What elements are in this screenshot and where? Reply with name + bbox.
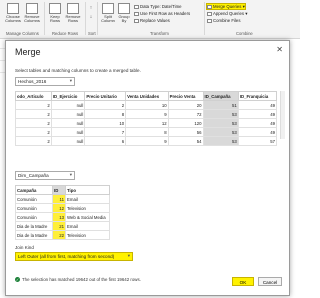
group-by-button[interactable]: Group By bbox=[117, 3, 131, 23]
column-header[interactable]: Precio Unitario bbox=[84, 91, 127, 101]
column-header[interactable]: odo_Articulo bbox=[15, 91, 52, 101]
data-type-dropdown[interactable]: Data Type: Date/Time bbox=[134, 4, 182, 9]
keep-rows-button[interactable]: Keep Rows bbox=[47, 3, 63, 23]
table-row: 2 null 8 9 72 53 49 bbox=[15, 109, 278, 119]
table-row: Comunión 13 Web & Social Media bbox=[15, 212, 110, 222]
table-row: 2 null 2 10 20 51 49 bbox=[15, 100, 278, 110]
dialog-title: Merge bbox=[15, 47, 41, 57]
checkmark-icon: ✓ bbox=[15, 277, 20, 283]
keep-rows-icon bbox=[49, 3, 61, 14]
remove-columns-button[interactable]: Remove Columns bbox=[23, 3, 41, 23]
group-label-manage-columns: Manage Columns bbox=[6, 31, 39, 36]
sort-ascending-icon[interactable]: ↑ bbox=[87, 6, 95, 11]
cancel-button[interactable]: Cancel bbox=[258, 277, 282, 286]
choose-columns-button[interactable]: Choose Columns bbox=[4, 3, 22, 23]
split-column-icon bbox=[102, 3, 114, 14]
group-label-reduce-rows: Reduce Rows bbox=[52, 31, 79, 36]
ribbon-separator bbox=[44, 2, 45, 35]
chevron-down-icon: ▾ bbox=[127, 253, 130, 258]
split-column-button[interactable]: Split Column bbox=[100, 3, 116, 23]
column-header[interactable]: Precio Venta bbox=[167, 91, 204, 101]
combine-files-button[interactable]: Combine Files bbox=[207, 18, 240, 23]
second-table-preview: Campaña ID Tipo Comunión 11 Email Comuni… bbox=[15, 185, 110, 240]
match-status: ✓ The selection has matched 19642 out of … bbox=[15, 277, 141, 283]
choose-columns-icon bbox=[7, 3, 19, 14]
sort-descending-icon[interactable]: ↓ bbox=[87, 15, 95, 20]
table-row: Comunión 11 Email bbox=[15, 194, 110, 204]
data-type-icon bbox=[134, 4, 139, 9]
group-label-combine: Combine bbox=[236, 31, 253, 36]
ribbon-separator bbox=[97, 2, 98, 35]
remove-columns-icon bbox=[26, 3, 38, 14]
column-header[interactable]: ID_Franquicia bbox=[237, 91, 278, 101]
chevron-down-icon: ▾ bbox=[69, 78, 72, 83]
second-table-dropdown[interactable]: Dim_Campaña ▾ bbox=[15, 171, 75, 180]
append-queries-button[interactable]: Append Queries ▾ bbox=[207, 11, 247, 16]
first-table-preview: odo_Articulo ID_Ejercicio Precio Unitari… bbox=[15, 91, 278, 146]
replace-values-icon bbox=[134, 18, 139, 23]
combine-files-icon bbox=[207, 18, 212, 23]
column-header[interactable]: Tipo bbox=[65, 185, 110, 195]
column-header[interactable]: Campaña bbox=[15, 185, 53, 195]
table-row: Dia de la Madre 21 Email bbox=[15, 221, 110, 231]
table-row: Dia de la Madre 22 Television bbox=[15, 230, 110, 240]
group-label-sort: Sort bbox=[88, 31, 96, 36]
remove-rows-icon bbox=[67, 3, 79, 14]
remove-rows-button[interactable]: Remove Rows bbox=[64, 3, 82, 23]
group-label-transform: Transform bbox=[150, 31, 169, 36]
ribbon-separator bbox=[85, 2, 86, 35]
column-header[interactable]: Venta Unidades bbox=[125, 91, 169, 101]
group-by-icon bbox=[118, 3, 130, 14]
table-row: 2 null 7 8 56 53 49 bbox=[15, 127, 278, 137]
close-icon[interactable]: ✕ bbox=[276, 45, 283, 54]
append-queries-icon bbox=[207, 11, 212, 16]
table-row: Comunión 12 Television bbox=[15, 203, 110, 213]
merge-dialog: Merge ✕ Select tables and matching colum… bbox=[5, 40, 290, 296]
first-table-scrollbar[interactable] bbox=[280, 91, 285, 139]
column-header-selected[interactable]: ID bbox=[52, 185, 66, 195]
dialog-description: Select tables and matching columns to cr… bbox=[15, 68, 141, 73]
column-header[interactable]: ID_Ejercicio bbox=[50, 91, 86, 101]
replace-values-button[interactable]: Replace Values bbox=[134, 18, 170, 23]
column-header-selected[interactable]: ID_Campaña bbox=[202, 91, 239, 101]
first-table-dropdown[interactable]: Hechos_2016 ▾ bbox=[15, 77, 75, 86]
ribbon-separator bbox=[204, 2, 205, 35]
chevron-down-icon: ▾ bbox=[69, 172, 72, 177]
join-kind-label: Join Kind bbox=[15, 245, 34, 250]
merge-queries-button[interactable]: Merge Queries ▾ bbox=[206, 3, 246, 10]
ok-button[interactable]: OK bbox=[232, 277, 254, 286]
merge-queries-icon bbox=[207, 4, 212, 9]
table-row: 2 null 6 9 54 53 57 bbox=[15, 136, 278, 146]
use-first-row-headers-button[interactable]: Use First Row as Headers bbox=[134, 11, 190, 16]
table-row: 2 null 10 12 120 53 49 bbox=[15, 118, 278, 128]
join-kind-dropdown[interactable]: Left Outer (all from first, matching fro… bbox=[15, 252, 133, 261]
headers-icon bbox=[134, 11, 139, 16]
ribbon: Choose Columns Remove Columns Keep Rows … bbox=[0, 0, 300, 39]
